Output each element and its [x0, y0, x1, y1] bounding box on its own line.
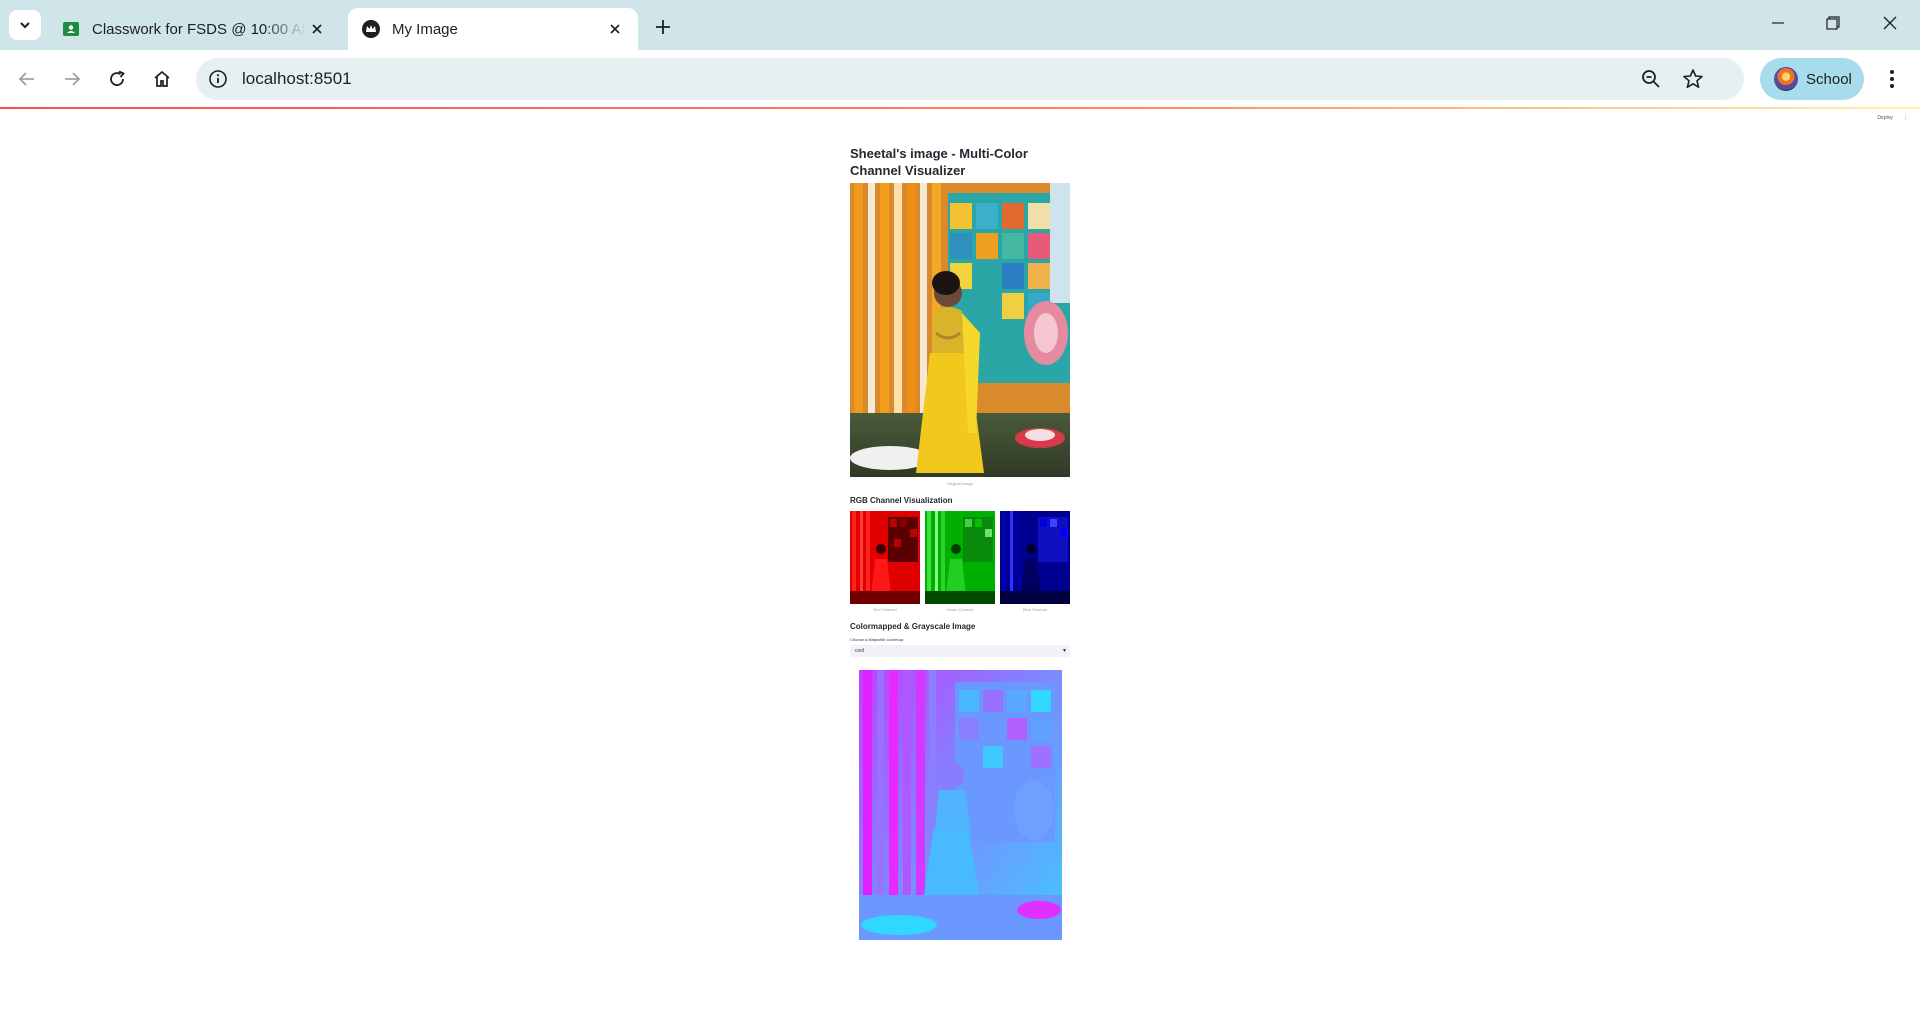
app-menu-button[interactable]: ⋮ [1903, 115, 1908, 121]
profile-label: School [1806, 70, 1852, 88]
site-info-icon[interactable] [208, 69, 228, 89]
more-vert-icon [1890, 70, 1894, 88]
rgb-section-heading: RGB Channel Visualization [850, 496, 953, 505]
image-caption: Original Image [946, 481, 973, 486]
streamlit-crown-icon [362, 20, 380, 38]
red-channel-image [850, 511, 920, 604]
tab-strip: Classwork for FSDS @ 10:00 AM My Image [0, 0, 1920, 50]
deploy-button[interactable]: Deploy [1877, 115, 1893, 121]
colormap-select-label: Choose a Matplotlib colormap: [850, 637, 905, 642]
tab-title: Classwork for FSDS @ 10:00 AM [92, 20, 306, 38]
channel-caption: Red Channel [873, 607, 897, 612]
close-icon [1883, 16, 1897, 30]
channel-caption: Green Channel [946, 607, 974, 612]
red-channel: Red Channel [850, 511, 920, 612]
colormap-section-heading: Colormapped & Grayscale Image [850, 622, 976, 631]
back-button[interactable] [14, 66, 40, 92]
original-image [850, 183, 1070, 477]
address-bar[interactable]: localhost:8501 [196, 58, 1744, 100]
green-channel: Green Channel [925, 511, 995, 612]
colormap-select[interactable]: cool ▾ [850, 645, 1070, 657]
reload-icon [110, 70, 125, 86]
colormap-select-value: cool [855, 648, 865, 654]
streamlit-header-menu: Deploy ⋮ [1877, 115, 1908, 121]
tab-search-button[interactable] [9, 10, 41, 40]
url-text[interactable]: localhost:8501 [242, 69, 352, 89]
tab-title: My Image [392, 20, 458, 38]
browser-menu-button[interactable] [1880, 66, 1904, 92]
close-tab-icon[interactable] [306, 18, 328, 40]
reload-button[interactable] [104, 66, 130, 92]
blue-channel-image [1000, 511, 1070, 604]
avatar [1774, 67, 1798, 91]
plus-icon [656, 20, 670, 34]
tab-my-image[interactable]: My Image [348, 8, 638, 50]
restore-button[interactable] [1815, 8, 1851, 38]
tab-classwork[interactable]: Classwork for FSDS @ 10:00 AM [48, 8, 340, 50]
streamlit-decoration-bar [0, 107, 1920, 109]
minimize-icon [1772, 22, 1784, 24]
arrow-left-icon [18, 72, 34, 86]
minimize-button[interactable] [1760, 8, 1796, 38]
green-channel-image [925, 511, 995, 604]
home-icon [154, 70, 170, 87]
close-tab-icon[interactable] [604, 18, 626, 40]
channel-caption: Blue Channel [1022, 607, 1048, 612]
chevron-down-icon: ▾ [1062, 648, 1066, 654]
zoom-icon[interactable] [1640, 68, 1662, 90]
chevron-down-icon [20, 22, 30, 29]
blue-channel: Blue Channel [1000, 511, 1070, 612]
rgb-channel-row: Red Channel Green Channel Blue Channel [850, 511, 1070, 612]
google-classroom-icon [63, 22, 79, 36]
arrow-right-icon [65, 72, 81, 86]
profile-button[interactable]: School [1760, 58, 1864, 100]
home-button[interactable] [149, 66, 175, 92]
new-tab-button[interactable] [650, 14, 676, 40]
page-title: Sheetal's image - Multi-Color Channel Vi… [850, 146, 1028, 178]
browser-toolbar: localhost:8501 School [0, 50, 1920, 108]
restore-icon [1826, 16, 1840, 30]
colormapped-image [858, 670, 1062, 940]
main-content: Sheetal's image - Multi-Color Channel Vi… [850, 145, 1070, 940]
bookmark-star-icon[interactable] [1682, 68, 1704, 90]
forward-button[interactable] [59, 66, 85, 92]
close-window-button[interactable] [1872, 8, 1908, 38]
